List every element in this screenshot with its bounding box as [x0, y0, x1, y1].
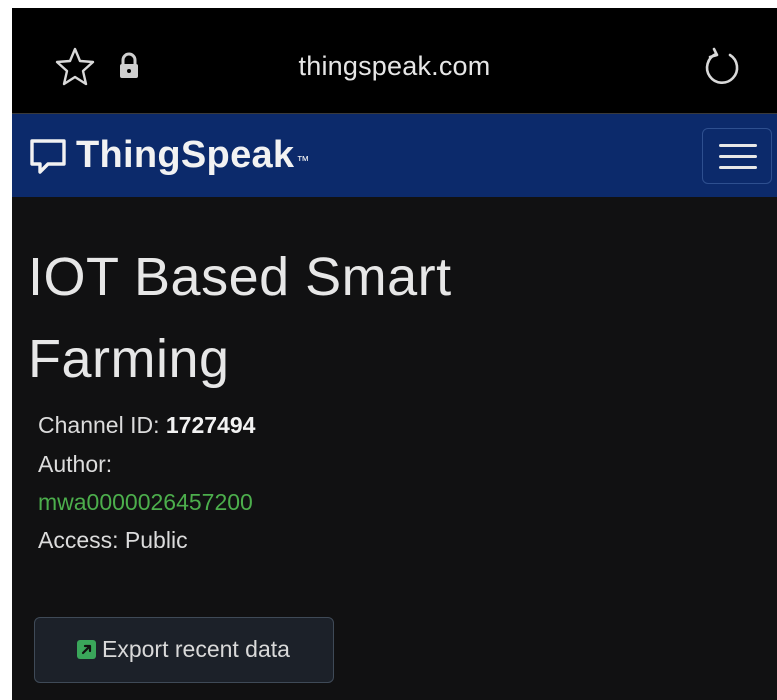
access-row: Access: Public	[38, 525, 188, 555]
export-button-label: Export recent data	[102, 636, 290, 662]
access-label: Access:	[38, 527, 125, 553]
external-link-icon	[77, 640, 96, 659]
channel-title-line1: IOT Based Smart	[28, 247, 452, 307]
channel-id-row: Channel ID: 1727494	[38, 410, 255, 440]
url-text[interactable]: thingspeak.com	[12, 48, 777, 84]
channel-id-label: Channel ID:	[38, 412, 166, 438]
browser-address-bar: thingspeak.com	[12, 8, 777, 114]
mobile-browser-screen: thingspeak.com ThingSpeak ™ IOT Based Sma…	[12, 8, 777, 700]
export-recent-data-button[interactable]: Export recent data	[34, 617, 334, 683]
trademark-mark: ™	[296, 153, 310, 168]
chat-bubble-logo-icon[interactable]	[28, 136, 68, 176]
reload-icon[interactable]	[700, 46, 742, 88]
author-link[interactable]: mwa0000026457200	[38, 487, 253, 517]
author-label: Author:	[38, 451, 113, 477]
brand-name: ThingSpeak	[76, 134, 295, 176]
channel-title: IOT Based Smart Farming	[28, 236, 648, 400]
hamburger-menu-button[interactable]	[702, 128, 772, 184]
brand-logo-text[interactable]: ThingSpeak ™	[76, 132, 310, 178]
channel-id-value: 1727494	[165, 412, 256, 438]
thingspeak-navbar: ThingSpeak ™	[12, 114, 777, 197]
access-value: Public	[124, 527, 188, 553]
channel-title-line2: Farming	[28, 329, 230, 389]
